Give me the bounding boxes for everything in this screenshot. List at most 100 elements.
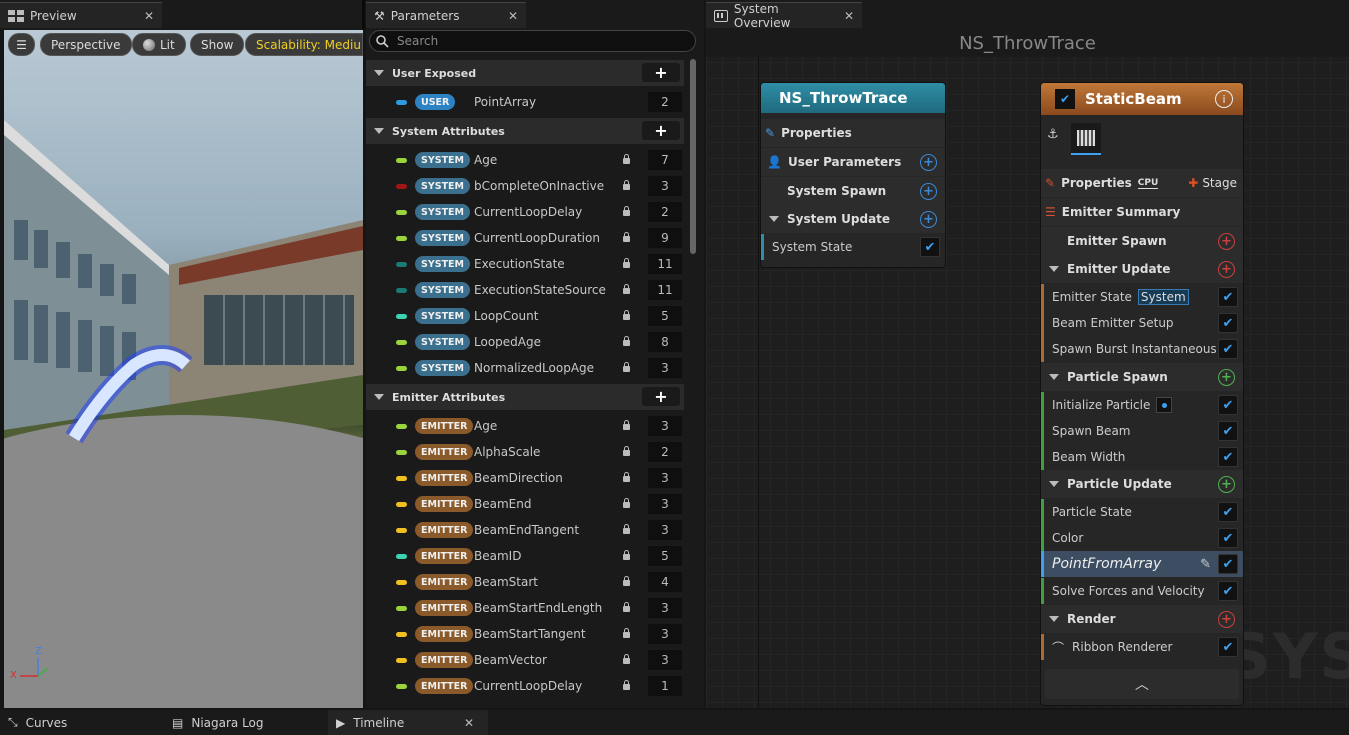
lit-button[interactable]: Lit <box>132 33 186 56</box>
close-icon[interactable]: ✕ <box>844 9 854 23</box>
collapse-arrow-icon[interactable] <box>374 394 384 400</box>
parameter-name[interactable]: Age <box>474 153 497 167</box>
parameter-row[interactable]: EMITTER Age 3 <box>366 413 684 439</box>
parameter-name[interactable]: CurrentLoopDuration <box>474 231 600 245</box>
collapse-arrow-icon[interactable] <box>1049 266 1059 272</box>
system-node-title[interactable]: NS_ThrowTrace <box>761 83 945 113</box>
parameter-row[interactable]: SYSTEM LoopedAge 8 <box>366 329 684 355</box>
ribbon-renderer-module[interactable]: ⌒ Ribbon Renderer ✔ <box>1041 634 1243 660</box>
add-parameter-button[interactable]: + <box>642 63 680 82</box>
parameter-row[interactable]: SYSTEM ExecutionStateSource 11 <box>366 277 684 303</box>
parameter-row[interactable]: EMITTER BeamVector 3 <box>366 647 684 673</box>
emitter-state-module[interactable]: Emitter State System ✔ <box>1041 284 1243 310</box>
emitter-header[interactable]: ✔ StaticBeam i <box>1041 83 1243 115</box>
beam-emitter-setup-module[interactable]: Beam Emitter Setup ✔ <box>1041 310 1243 336</box>
preview-viewport[interactable]: Z X <box>4 30 363 708</box>
parameter-name[interactable]: BeamVector <box>474 653 547 667</box>
enable-checkbox[interactable]: ✔ <box>1218 637 1238 657</box>
system-properties-row[interactable]: ✎ Properties <box>761 119 945 147</box>
parameter-name[interactable]: CurrentLoopDelay <box>474 679 582 693</box>
emitter-spawn-row[interactable]: Emitter Spawn + <box>1041 227 1243 255</box>
enable-checkbox[interactable]: ✔ <box>1218 447 1238 467</box>
system-state-module[interactable]: System State ✔ <box>761 234 945 260</box>
parameter-row[interactable]: SYSTEM bCompleteOnInactive 3 <box>366 173 684 199</box>
parameter-name[interactable]: BeamStart <box>474 575 538 589</box>
emitter-properties-row[interactable]: ✎ Properties CPU ✚ Stage <box>1041 169 1243 197</box>
collapse-arrow-icon[interactable] <box>1049 481 1059 487</box>
particle-spawn-row[interactable]: Particle Spawn + <box>1041 363 1243 391</box>
enable-checkbox[interactable]: ✔ <box>1218 421 1238 441</box>
parameter-name[interactable]: BeamEndTangent <box>474 523 579 537</box>
stage-button[interactable]: ✚ Stage <box>1188 176 1237 190</box>
emitter-update-row[interactable]: Emitter Update + <box>1041 255 1243 283</box>
parameter-row[interactable]: SYSTEM CurrentLoopDelay 2 <box>366 199 684 225</box>
collapse-arrow-icon[interactable] <box>769 216 779 222</box>
color-module[interactable]: Color ✔ <box>1041 525 1243 551</box>
add-parameter-button[interactable]: + <box>642 387 680 406</box>
category-header[interactable]: Emitter Attributes + <box>366 384 684 410</box>
parameter-name[interactable]: LoopedAge <box>474 335 541 349</box>
tab-preview[interactable]: Preview ✕ <box>0 2 162 28</box>
system-overview-graph[interactable]: NS_ThrowTrace SYST NS_ThrowTrace ✎ Proper… <box>706 30 1349 708</box>
close-icon[interactable]: ✕ <box>508 9 518 23</box>
parameter-name[interactable]: PointArray <box>474 95 536 109</box>
particle-update-row[interactable]: Particle Update + <box>1041 470 1243 498</box>
spawn-burst-module[interactable]: Spawn Burst Instantaneous ✔ <box>1041 336 1243 362</box>
parameter-name[interactable]: BeamStartTangent <box>474 627 586 641</box>
enable-checkbox[interactable]: ✔ <box>1218 287 1238 307</box>
render-row[interactable]: Render + <box>1041 605 1243 633</box>
parameter-row[interactable]: EMITTER BeamStart 4 <box>366 569 684 595</box>
collapse-arrow-icon[interactable] <box>1049 616 1059 622</box>
parameter-row[interactable]: EMITTER BeamEnd 3 <box>366 491 684 517</box>
point-from-array-module[interactable]: PointFromArray ✎ ✔ <box>1041 551 1243 577</box>
renderer-thumbnail[interactable] <box>1071 123 1101 155</box>
parameter-row[interactable]: USER PointArray 2 <box>366 89 684 115</box>
scrollbar[interactable] <box>690 59 696 254</box>
parameter-name[interactable]: LoopCount <box>474 309 538 323</box>
parameter-name[interactable]: BeamDirection <box>474 471 563 485</box>
info-icon[interactable]: i <box>1215 90 1233 108</box>
user-parameters-row[interactable]: 👤 User Parameters + <box>761 148 945 176</box>
add-icon[interactable]: + <box>1218 475 1235 493</box>
parameter-name[interactable]: BeamID <box>474 549 521 563</box>
emitter-node[interactable]: ✔ StaticBeam i ⚓ ✎ Properties CPU ✚ Stage ☰ E… <box>1040 82 1244 706</box>
add-icon[interactable]: + <box>920 182 937 200</box>
parameter-row[interactable]: EMITTER BeamDirection 3 <box>366 465 684 491</box>
enable-checkbox[interactable]: ✔ <box>1218 313 1238 333</box>
parameter-row[interactable]: EMITTER AlphaScale 2 <box>366 439 684 465</box>
parameter-row[interactable]: SYSTEM Age 7 <box>366 147 684 173</box>
perspective-button[interactable]: Perspective <box>40 33 132 56</box>
tab-system-overview[interactable]: System Overview ✕ <box>706 2 862 30</box>
emitter-title[interactable]: StaticBeam <box>1085 90 1182 108</box>
parameter-name[interactable]: AlphaScale <box>474 445 540 459</box>
particle-state-module[interactable]: Particle State ✔ <box>1041 499 1243 525</box>
enable-checkbox[interactable]: ✔ <box>920 237 940 257</box>
add-icon[interactable]: + <box>1218 368 1235 386</box>
initialize-particle-module[interactable]: Initialize Particle ✔ <box>1041 392 1243 418</box>
system-spawn-row[interactable]: System Spawn + <box>761 177 945 205</box>
tab-curves[interactable]: ⤡ Curves <box>8 710 67 735</box>
category-header[interactable]: System Attributes + <box>366 118 684 144</box>
enable-checkbox[interactable]: ✔ <box>1218 502 1238 522</box>
parameter-row[interactable]: SYSTEM ExecutionState 11 <box>366 251 684 277</box>
parameter-row[interactable]: EMITTER BeamStartTangent 3 <box>366 621 684 647</box>
add-icon[interactable]: + <box>1218 260 1235 278</box>
enable-checkbox[interactable]: ✔ <box>1218 395 1238 415</box>
tab-parameters[interactable]: ⚒ Parameters ✕ <box>366 2 526 28</box>
collapse-arrow-icon[interactable] <box>374 70 384 76</box>
emitter-enable-checkbox[interactable]: ✔ <box>1055 89 1075 109</box>
parameter-name[interactable]: CurrentLoopDelay <box>474 205 582 219</box>
spawn-beam-module[interactable]: Spawn Beam ✔ <box>1041 418 1243 444</box>
enable-checkbox[interactable]: ✔ <box>1218 339 1238 359</box>
parameter-name[interactable]: bCompleteOnInactive <box>474 179 604 193</box>
parameter-row[interactable]: EMITTER CurrentLoopDelay 1 <box>366 673 684 699</box>
add-icon[interactable]: + <box>1218 232 1235 250</box>
emitter-summary-row[interactable]: ☰ Emitter Summary <box>1041 198 1243 226</box>
parameter-row[interactable]: EMITTER BeamStartEndLength 3 <box>366 595 684 621</box>
add-icon[interactable]: + <box>1218 610 1235 628</box>
parameter-name[interactable]: Age <box>474 419 497 433</box>
tab-timeline[interactable]: ▶ Timeline ✕ <box>328 710 488 735</box>
viewport-menu-button[interactable]: ☰ <box>8 33 35 56</box>
enable-checkbox[interactable]: ✔ <box>1218 528 1238 548</box>
add-icon[interactable]: + <box>920 210 937 228</box>
